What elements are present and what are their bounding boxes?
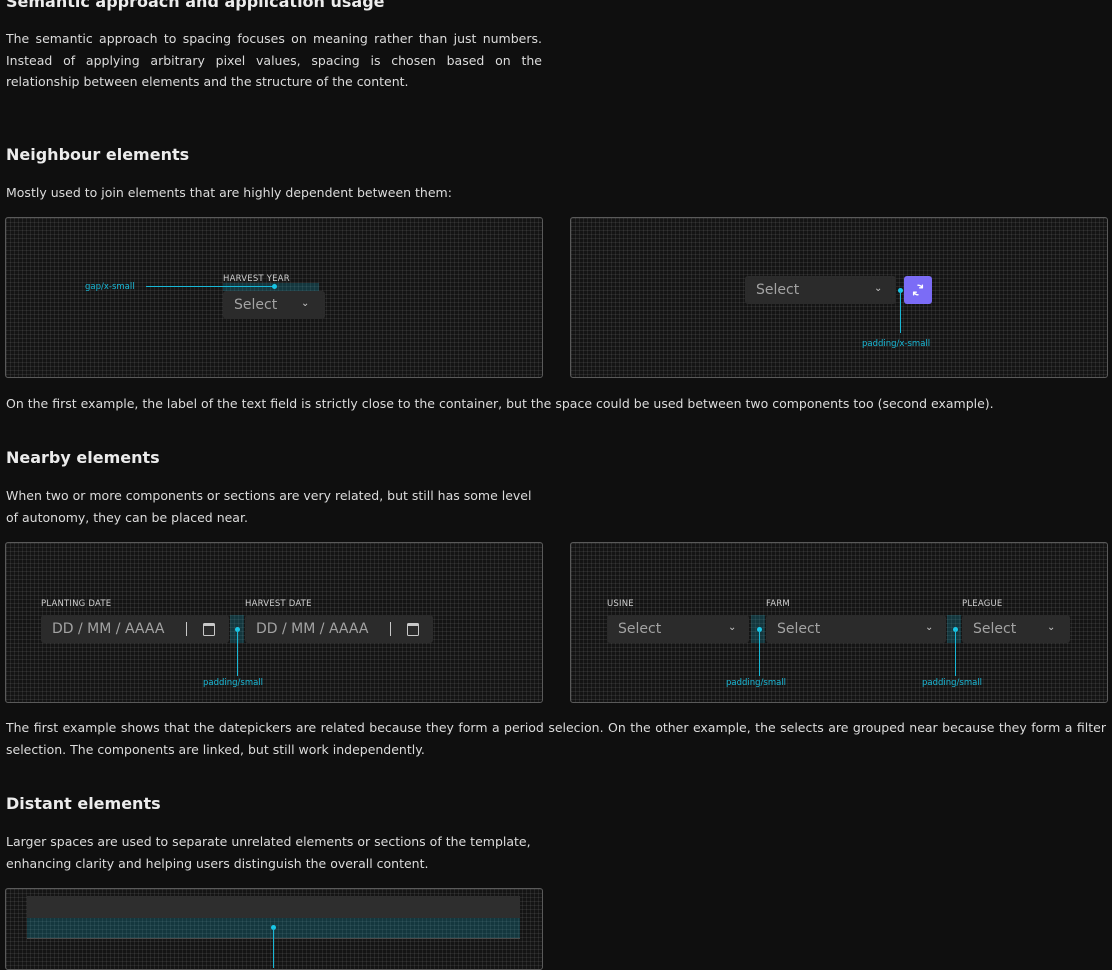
section-block-top [27,896,520,918]
pleague-select[interactable]: Select ⌄ [962,615,1070,643]
divider [390,622,391,636]
annotation-padding-small: padding/small [203,678,264,688]
chevron-down-icon: ⌄ [728,622,737,633]
neighbour-example-1: gap/x-small HARVEST YEAR Select ⌄ [5,217,543,378]
divider [186,622,187,636]
select-value: Select [756,282,800,298]
neighbour-intro: Mostly used to join elements that are hi… [6,185,452,200]
annotation-line [900,291,901,333]
refresh-button[interactable] [904,276,932,304]
annotation-line [237,630,238,676]
calendar-icon [407,623,419,636]
section-title-distant: Distant elements [6,794,161,813]
select-value: Select [234,297,278,313]
select-dropdown[interactable]: Select ⌄ [745,276,896,304]
nearby-example-2: USINE Select ⌄ FARM Select ⌄ PLEAGUE Sel… [570,542,1108,703]
annotation-line [759,630,760,676]
distant-example [5,888,543,970]
section-title-semantic: Semantic approach and application usage [6,0,385,11]
chevron-down-icon: ⌄ [301,298,310,309]
neighbour-caption: On the first example, the label of the t… [6,396,994,411]
annotation-gap-x-small: gap/x-small [85,282,135,292]
refresh-icon [912,284,924,296]
annotation-padding-small: padding/small [726,678,787,688]
field-label-planting-date: PLANTING DATE [41,599,112,609]
chevron-down-icon: ⌄ [874,283,883,294]
date-placeholder: DD / MM / AAAA [52,621,165,637]
harvest-date-picker[interactable]: DD / MM / AAAA [245,615,433,643]
select-value: Select [777,621,821,637]
semantic-body: The semantic approach to spacing focuses… [6,31,542,89]
field-label-harvest-date: HARVEST DATE [245,599,312,609]
date-placeholder: DD / MM / AAAA [256,621,369,637]
section-title-neighbour: Neighbour elements [6,145,190,164]
nearby-example-1: PLANTING DATE DD / MM / AAAA HARVEST DAT… [5,542,543,703]
chevron-down-icon: ⌄ [925,622,934,633]
select-value: Select [973,621,1017,637]
annotation-line [273,928,274,968]
harvest-year-select[interactable]: Select ⌄ [223,291,325,319]
field-label-usine: USINE [607,599,634,609]
distant-intro: Larger spaces are used to separate unrel… [6,834,531,871]
nearby-caption: The first example shows that the datepic… [6,720,1106,757]
nearby-intro: When two or more components or sections … [6,488,532,525]
calendar-icon [203,623,215,636]
field-label-harvest-year: HARVEST YEAR [223,274,290,284]
chevron-down-icon: ⌄ [1047,622,1056,633]
annotation-line [955,630,956,676]
field-label-farm: FARM [766,599,790,609]
annotation-padding-x-small: padding/x-small [862,339,931,349]
section-title-nearby: Nearby elements [6,448,160,467]
annotation-padding-small-2: padding/small [922,678,983,688]
planting-date-picker[interactable]: DD / MM / AAAA [41,615,229,643]
usine-select[interactable]: Select ⌄ [607,615,749,643]
farm-select[interactable]: Select ⌄ [766,615,946,643]
gap-highlight [223,283,319,291]
neighbour-example-2: Select ⌄ padding/x-small [570,217,1108,378]
field-label-pleague: PLEAGUE [962,599,1003,609]
select-value: Select [618,621,662,637]
